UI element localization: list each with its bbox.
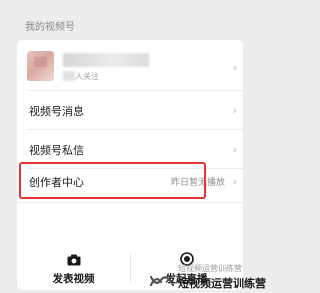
highlight-box bbox=[19, 162, 206, 199]
chevron-right-icon: › bbox=[232, 143, 237, 156]
watermark-top-text: 短视频运营训练营 bbox=[178, 264, 242, 273]
wechat-channels-icon bbox=[149, 273, 175, 292]
section-title: 我的视频号 bbox=[25, 22, 75, 33]
chevron-right-icon: › bbox=[232, 175, 237, 188]
watermark: 短视频运营训练营 短视频运营训练营 bbox=[149, 263, 268, 292]
post-video-button[interactable]: 发表视频 bbox=[17, 245, 130, 290]
camera-icon bbox=[67, 251, 81, 270]
profile-name-blurred bbox=[63, 53, 149, 67]
chevron-right-icon: › bbox=[232, 61, 237, 74]
avatar bbox=[27, 51, 54, 81]
profile-row[interactable]: 人关注 › bbox=[17, 40, 243, 90]
watermark-main-text: 短视频运营训练营 bbox=[178, 277, 266, 290]
follower-count-blurred bbox=[63, 71, 75, 81]
menu-item-channel-messages[interactable]: 视频号消息 › bbox=[17, 91, 243, 129]
follower-label: 人关注 bbox=[75, 72, 99, 81]
divider bbox=[17, 202, 243, 203]
menu-item-label: 视频号私信 bbox=[29, 144, 84, 157]
chevron-right-icon: › bbox=[232, 104, 237, 117]
post-video-label: 发表视频 bbox=[52, 273, 95, 285]
menu-item-label: 视频号消息 bbox=[29, 105, 84, 118]
